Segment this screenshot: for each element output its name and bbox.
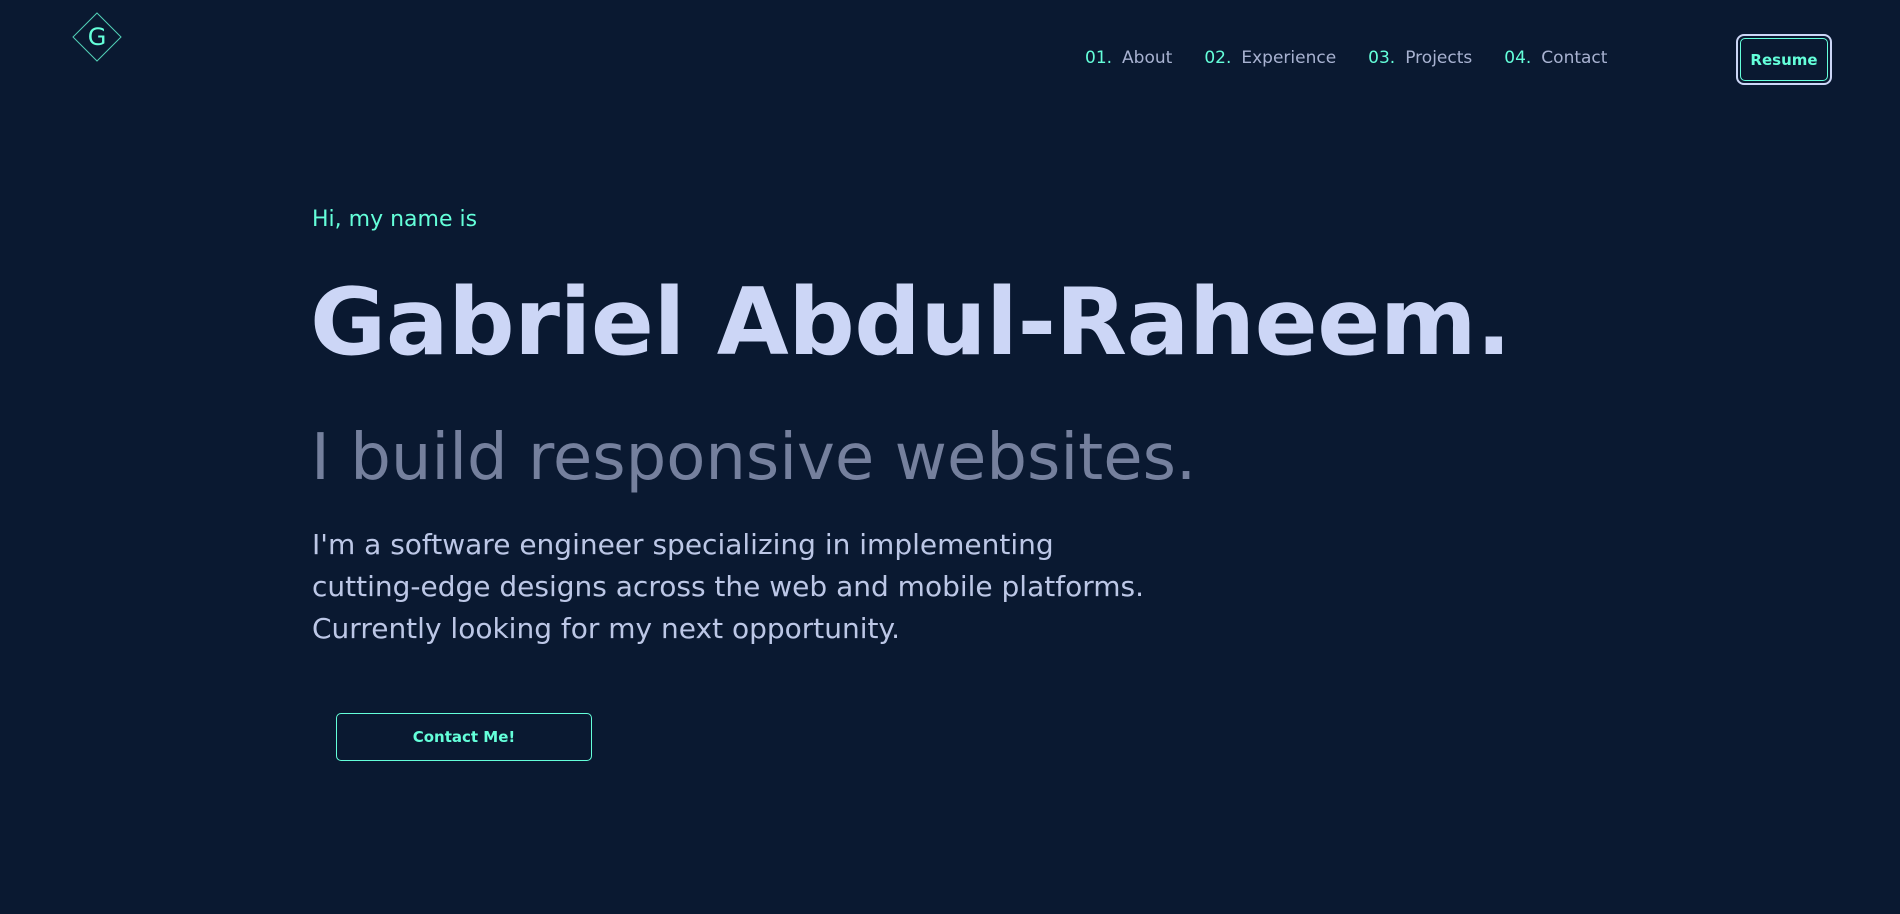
bio-line: cutting-edge designs across the web and … xyxy=(312,570,1144,603)
contact-me-button[interactable]: Contact Me! xyxy=(336,713,592,761)
nav-item-about[interactable]: 01. About xyxy=(1085,48,1172,68)
hero-name: Gabriel Abdul-Raheem. xyxy=(310,268,1512,376)
nav-label: Experience xyxy=(1241,48,1337,68)
bio-line: I'm a software engineer specializing in … xyxy=(312,528,1054,561)
nav-number: 02. xyxy=(1204,48,1232,68)
logo[interactable]: G xyxy=(72,12,122,62)
hero-bio: I'm a software engineer specializing in … xyxy=(312,524,1212,650)
logo-letter: G xyxy=(88,23,107,51)
bio-line: Currently looking for my next opportunit… xyxy=(312,612,900,645)
nav-item-experience[interactable]: 02. Experience xyxy=(1204,48,1336,68)
nav-label: Contact xyxy=(1541,48,1608,68)
hero-greeting: Hi, my name is xyxy=(312,207,478,232)
diamond-logo-icon: G xyxy=(72,12,122,62)
hero-tagline: I build responsive websites. xyxy=(311,421,1197,495)
nav-number: 03. xyxy=(1368,48,1396,68)
resume-button-label: Resume xyxy=(1740,38,1828,81)
nav-number: 01. xyxy=(1085,48,1113,68)
nav-label: Projects xyxy=(1405,48,1473,68)
resume-button[interactable]: Resume xyxy=(1736,34,1832,85)
nav-number: 04. xyxy=(1504,48,1532,68)
nav-item-projects[interactable]: 03. Projects xyxy=(1368,48,1472,68)
main-nav: 01. About 02. Experience 03. Projects 04… xyxy=(1085,48,1607,68)
nav-label: About xyxy=(1122,48,1173,68)
nav-item-contact[interactable]: 04. Contact xyxy=(1504,48,1607,68)
